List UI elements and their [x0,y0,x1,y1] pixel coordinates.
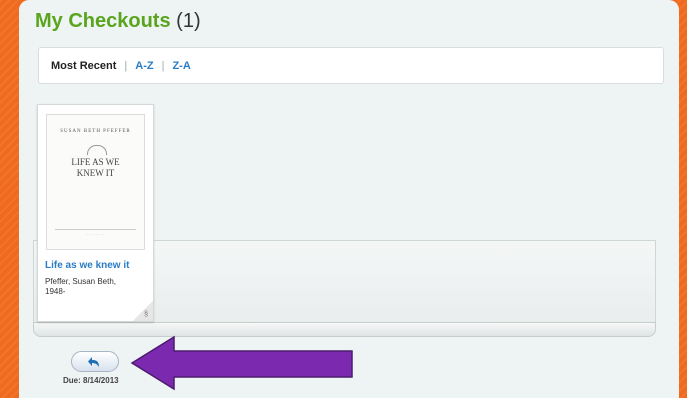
author-name: Pfeffer, Susan Beth, [45,277,117,286]
sort-z-a[interactable]: Z-A [172,60,190,72]
return-button[interactable] [71,351,119,372]
page-title-text: My Checkouts [35,10,171,32]
return-arrow-icon [88,356,99,367]
purple-arrow-icon [130,335,353,391]
cover-title-line: LIFE AS WE [71,157,120,167]
checkout-book-card[interactable]: SUSAN BETH PFEFFER LIFE AS WE KNEW IT · … [37,104,154,322]
cover-title: LIFE AS WE KNEW IT [47,157,144,179]
book-title-link[interactable]: Life as we knew it [45,260,129,271]
author-dates: 1948- [45,287,66,296]
sort-separator: | [124,59,128,72]
checkout-count: (1) [176,10,201,32]
cover-footer: · · · · · · · · [55,229,136,237]
sort-most-recent[interactable]: Most Recent [51,60,116,72]
cover-arc-decoration [87,145,107,155]
due-date: Due: 8/14/2013 [63,376,119,385]
book-author: Pfeffer, Susan Beth, 1948- [45,277,145,297]
sort-separator: | [161,59,165,72]
page-curl-corner: § [133,301,153,321]
cover-author: SUSAN BETH PFEFFER [60,129,131,134]
corner-glyph: § [144,311,148,318]
page-title: My Checkouts (1) [35,10,201,33]
cover-title-line: KNEW IT [76,168,115,178]
sort-a-z[interactable]: A-Z [135,60,153,72]
sort-bar: Most Recent | A-Z | Z-A [38,47,664,84]
book-cover[interactable]: SUSAN BETH PFEFFER LIFE AS WE KNEW IT · … [46,114,145,250]
